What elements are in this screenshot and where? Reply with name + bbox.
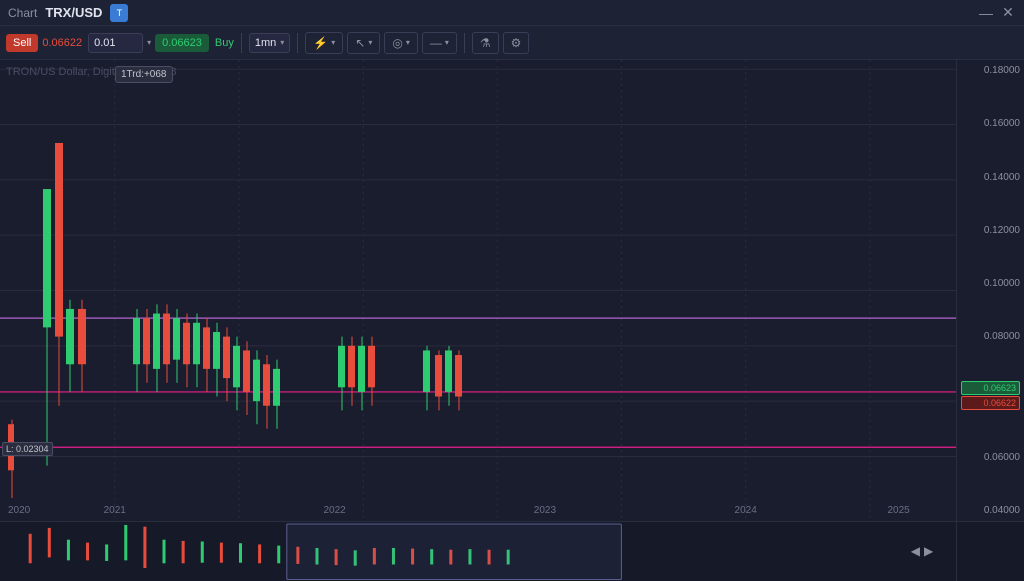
line-icon: — (430, 36, 442, 50)
price-label-008: 0.08000 (961, 331, 1020, 342)
chart-main[interactable]: TRON/US Dollar, Digital 1Trd:+068 1Trd:+… (0, 60, 956, 521)
separator-1 (241, 33, 242, 53)
time-label-2022: 2022 (323, 505, 345, 516)
line-tool[interactable]: — ▾ (422, 32, 457, 54)
settings-button[interactable]: ⚙ (503, 32, 530, 54)
symbol-icon: T (110, 4, 128, 22)
price-label-004: 0.04000 (961, 505, 1020, 516)
separator-3 (464, 33, 465, 53)
chart-container: TRON/US Dollar, Digital 1Trd:+068 1Trd:+… (0, 60, 1024, 521)
nav-right-arrow[interactable]: ▶ (924, 544, 933, 558)
price-label-012: 0.12000 (961, 225, 1020, 236)
crosshair-chevron: ▾ (406, 38, 410, 47)
crosshair-tool[interactable]: ◎ ▾ (384, 32, 418, 54)
cursor-tool[interactable]: ↖ ▾ (347, 32, 380, 54)
interval-label: 1mn (255, 37, 276, 49)
mini-chart: ◀ ▶ (0, 521, 1024, 581)
indicators-button[interactable]: ⚡ ▾ (305, 32, 343, 54)
close-button[interactable]: ✕ (1000, 5, 1016, 21)
price-axis: 0.18000 0.16000 0.14000 0.12000 0.10000 … (956, 60, 1024, 521)
chart-title-label: Chart (8, 6, 37, 20)
indicators-chevron: ▾ (331, 38, 335, 47)
mini-chart-main[interactable]: ◀ ▶ (0, 522, 956, 581)
chart-canvas (0, 60, 956, 521)
title-bar-controls: — ✕ (978, 5, 1016, 21)
low-price-label: L: 0.02304 (2, 442, 53, 456)
mini-chart-svg (0, 522, 956, 581)
flask-icon: ⚗ (480, 36, 491, 50)
buy-price-button[interactable]: 0.06623 (155, 34, 209, 52)
price-label-006: 0.06000 (961, 452, 1020, 463)
indicators-icon: ⚡ (313, 36, 328, 50)
cursor-icon: ↖ (355, 36, 365, 50)
interval-chevron: ▾ (280, 38, 284, 47)
time-label-2023: 2023 (534, 505, 556, 516)
sell-price-badge: 0.06622 (961, 396, 1020, 410)
time-label-2025: 2025 (888, 505, 910, 516)
sell-button[interactable]: Sell (6, 34, 38, 52)
title-bar: Chart TRX/USD T — ✕ (0, 0, 1024, 26)
time-label-2020: 2020 (8, 505, 30, 516)
quantity-chevron: ▾ (147, 38, 151, 47)
interval-dropdown[interactable]: 1mn ▾ (249, 33, 290, 53)
time-label-2024: 2024 (735, 505, 757, 516)
flask-button[interactable]: ⚗ (472, 32, 499, 54)
cursor-chevron: ▾ (368, 38, 372, 47)
minimize-button[interactable]: — (978, 5, 994, 21)
buy-price-badge: 0.06623 (961, 381, 1020, 395)
bottom-nav: ◀ ▶ (888, 522, 956, 581)
buy-label: Buy (215, 37, 234, 49)
time-label-2021: 2021 (104, 505, 126, 516)
price-label-014: 0.14000 (961, 172, 1020, 183)
line-chevron: ▾ (445, 38, 449, 47)
gear-icon: ⚙ (511, 36, 522, 50)
price-label-018: 0.18000 (961, 65, 1020, 76)
time-axis: 2020 2021 2022 2023 2024 2025 (0, 505, 956, 521)
price-label-010: 0.10000 (961, 278, 1020, 289)
symbol-label: TRX/USD (45, 5, 102, 20)
separator-2 (297, 33, 298, 53)
mini-chart-price-axis (956, 522, 1024, 581)
title-bar-left: Chart TRX/USD T (8, 4, 128, 22)
price-label-016: 0.16000 (961, 118, 1020, 129)
crosshair-icon: ◎ (392, 36, 402, 50)
quantity-input[interactable] (88, 33, 143, 53)
toolbar: Sell 0.06622 ▾ 0.06623 Buy 1mn ▾ ⚡ ▾ ↖ ▾… (0, 26, 1024, 60)
nav-left-arrow[interactable]: ◀ (911, 544, 920, 558)
chart-tooltip: 1Trd:+068 (115, 66, 173, 83)
sell-price: 0.06622 (42, 37, 82, 49)
